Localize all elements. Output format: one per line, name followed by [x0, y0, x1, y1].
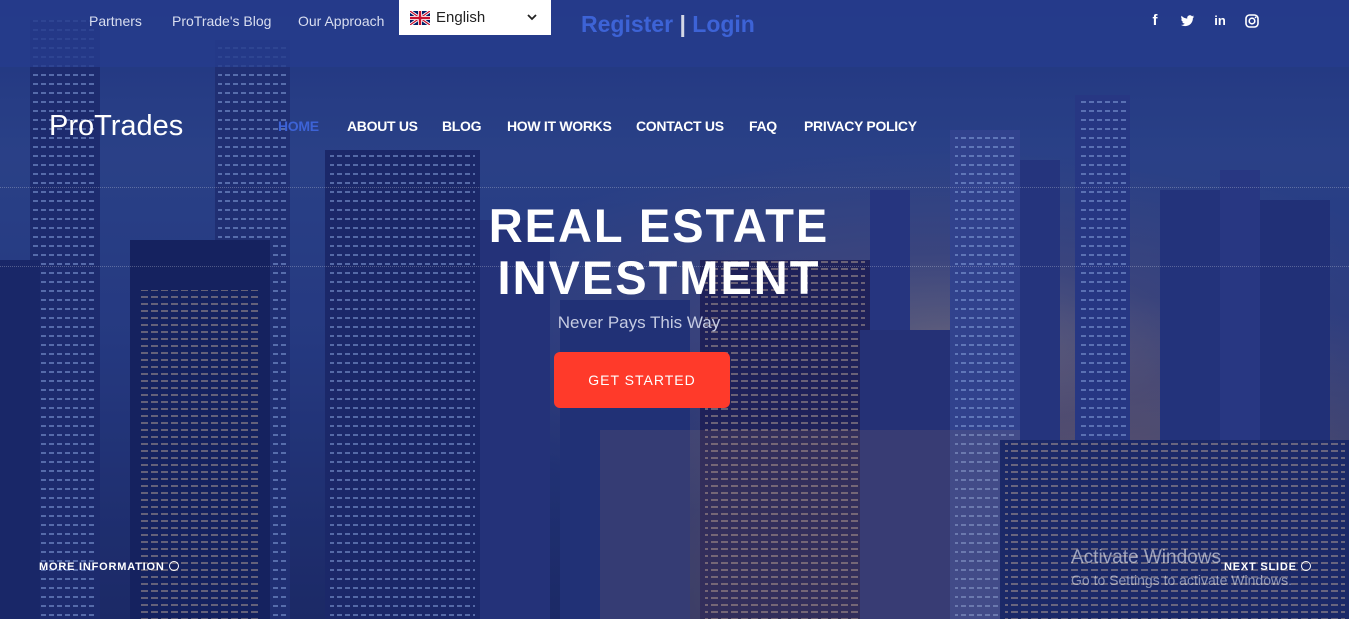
headline-line-1: REAL ESTATE: [488, 199, 830, 252]
activate-windows-subtitle: Go to Settings to activate Windows.: [1071, 572, 1292, 588]
nav-contact-us[interactable]: CONTACT US: [636, 118, 724, 134]
circle-arrow-icon: [1300, 561, 1311, 571]
facebook-icon[interactable]: f: [1146, 12, 1164, 30]
language-selector[interactable]: English: [399, 0, 551, 35]
brand-logo[interactable]: ProTrades: [49, 110, 183, 143]
language-label: English: [436, 9, 486, 26]
nav-home[interactable]: HOME: [278, 118, 319, 134]
more-information-label: MORE INFORMATION: [39, 561, 165, 573]
grid-line: [0, 187, 1349, 188]
hero-section: Partners ProTrade's Blog Our Approach En…: [0, 0, 1349, 619]
twitter-icon[interactable]: [1178, 12, 1196, 30]
register-link[interactable]: Register: [581, 11, 673, 37]
nav-blog[interactable]: BLOG: [442, 118, 482, 134]
login-link[interactable]: Login: [692, 11, 755, 37]
linkedin-icon[interactable]: in: [1211, 12, 1229, 30]
topbar-link-partners[interactable]: Partners: [89, 13, 142, 29]
nav-how-it-works[interactable]: HOW IT WORKS: [507, 118, 612, 134]
headline-line-2: INVESTMENT: [497, 251, 821, 304]
topbar-link-approach[interactable]: Our Approach: [298, 13, 384, 29]
hero-overlay: [0, 0, 1349, 619]
instagram-icon[interactable]: [1243, 12, 1261, 30]
get-started-button[interactable]: GET STARTED: [554, 352, 730, 408]
chevron-down-icon: [527, 14, 537, 21]
nav-privacy-policy[interactable]: PRIVACY POLICY: [804, 118, 917, 134]
auth-separator: |: [679, 11, 686, 37]
top-bar: Partners ProTrade's Blog Our Approach En…: [0, 0, 1349, 67]
topbar-link-blog[interactable]: ProTrade's Blog: [172, 13, 271, 29]
nav-faq[interactable]: FAQ: [749, 118, 777, 134]
circle-arrow-icon: [168, 561, 179, 571]
uk-flag-icon: [410, 10, 430, 25]
hero-subtitle: Never Pays This Way: [557, 313, 721, 332]
nav-about-us[interactable]: ABOUT US: [347, 118, 418, 134]
auth-links: Register | Login: [581, 11, 755, 38]
more-information-link[interactable]: MORE INFORMATION: [39, 561, 179, 573]
hero-headline: REAL ESTATE INVESTMENT: [0, 200, 1318, 304]
activate-windows-title: Activate Windows: [1071, 547, 1221, 568]
